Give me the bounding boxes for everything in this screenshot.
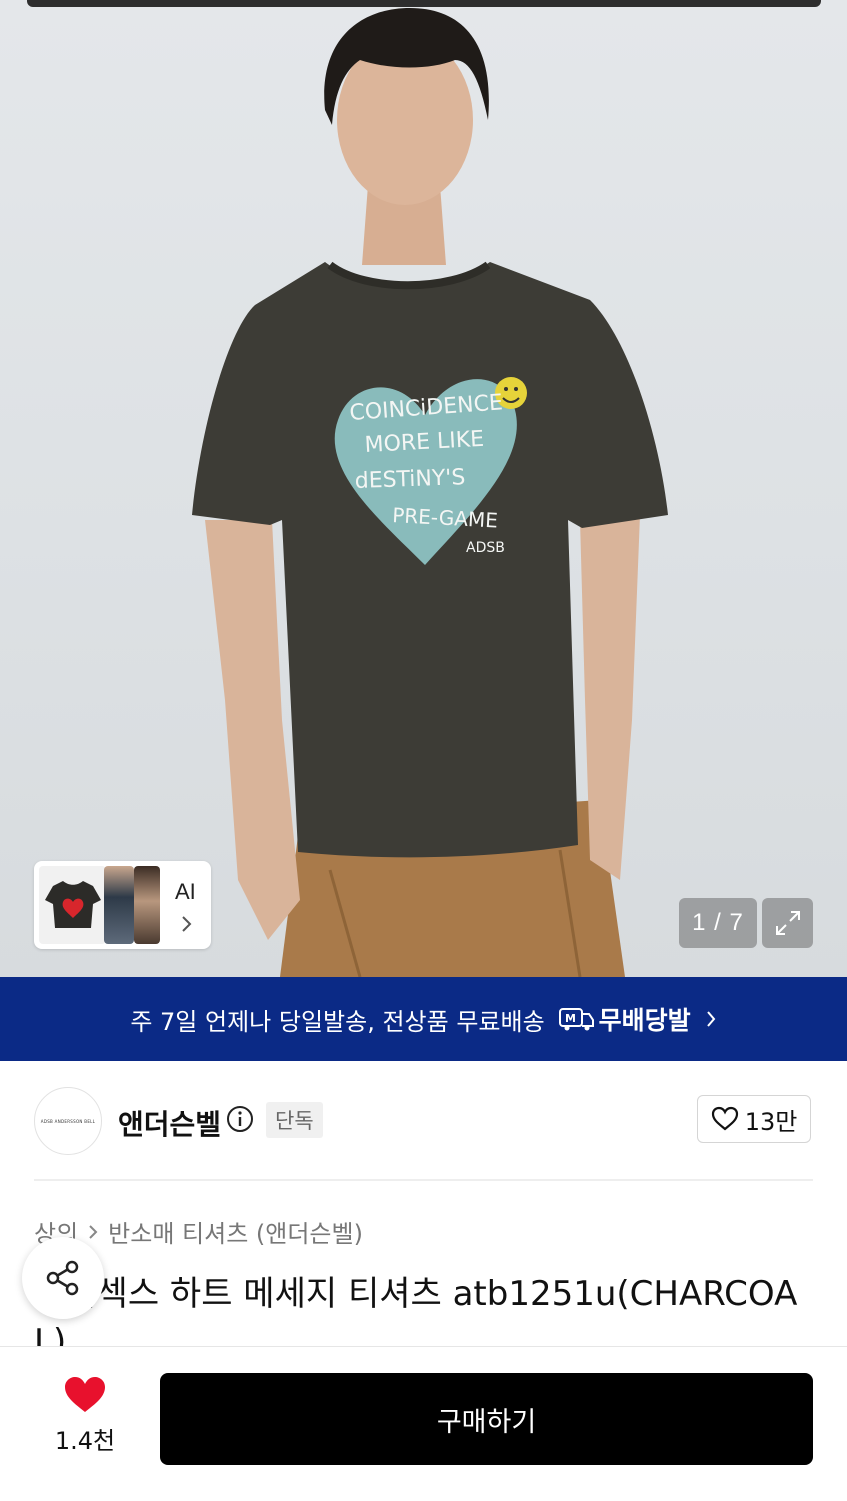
banner-text: 주 7일 언제나 당일발송, 전상품 무료배송 <box>130 1007 545 1036</box>
wishlist-count: 1.4천 <box>54 1427 116 1455</box>
free-delivery-logo: M 무배당발 <box>558 1001 691 1037</box>
brand-logo-text: ADSB ANDERSSON BELL <box>40 1118 96 1124</box>
shirt-print-line-3: dESTiNY'S <box>354 465 465 494</box>
wishlist-button[interactable]: 1.4천 <box>50 1375 120 1456</box>
heart-outline-icon <box>711 1106 738 1131</box>
ai-recommendation-chip[interactable]: AI <box>34 861 211 949</box>
product-title: 유니섹스 하트 메세지 티셔츠 atb1251u(CHARCOAL) <box>34 1274 798 1346</box>
image-counter: 1 / 7 <box>679 898 757 948</box>
expand-icon <box>775 911 800 935</box>
chevron-right-icon <box>182 916 192 932</box>
info-icon[interactable] <box>226 1105 254 1133</box>
product-photo: COINCiDENCE MORE LIKE dESTiNY'S PRE-GAME… <box>192 8 668 977</box>
heart-filled-icon <box>65 1377 105 1412</box>
shirt-print-signature: ADSB <box>466 540 505 556</box>
brand-row: ADSB ANDERSSON BELL 앤더슨벨 단독 13만 <box>0 1061 847 1181</box>
delivery-truck-icon: M <box>558 1008 594 1031</box>
ai-thumb-shirt <box>39 866 106 944</box>
free-delivery-text: 무배당발 <box>598 1006 691 1035</box>
buy-button[interactable]: 구매하기 <box>160 1373 813 1465</box>
share-button[interactable] <box>22 1237 104 1319</box>
divider <box>34 1179 813 1181</box>
product-image-gallery[interactable]: COINCiDENCE MORE LIKE dESTiNY'S PRE-GAME… <box>0 0 847 977</box>
brand-like-count: 13만 <box>744 1107 798 1136</box>
chevron-right-icon <box>706 1011 715 1027</box>
ai-label: AI <box>175 879 196 904</box>
delivery-logo-mark: M <box>565 1012 576 1025</box>
brand-logo[interactable]: ADSB ANDERSSON BELL <box>34 1087 102 1155</box>
ai-thumb-person-1 <box>104 866 134 944</box>
brand-like-button[interactable]: 13만 <box>697 1095 811 1143</box>
exclusive-badge: 단독 <box>266 1102 323 1138</box>
chevron-right-icon <box>89 1224 98 1239</box>
brand-name[interactable]: 앤더슨벨 <box>118 1103 221 1143</box>
breadcrumb-subcategory[interactable]: 반소매 티셔츠 (앤더슨벨) <box>108 1214 363 1249</box>
share-icon <box>46 1260 79 1296</box>
ai-thumb-person-2 <box>134 866 160 944</box>
free-shipping-banner[interactable]: 주 7일 언제나 당일발송, 전상품 무료배송 M 무배당발 <box>0 977 847 1061</box>
bottom-action-bar: 1.4천 구매하기 <box>0 1346 847 1501</box>
fullscreen-button[interactable] <box>762 898 813 948</box>
